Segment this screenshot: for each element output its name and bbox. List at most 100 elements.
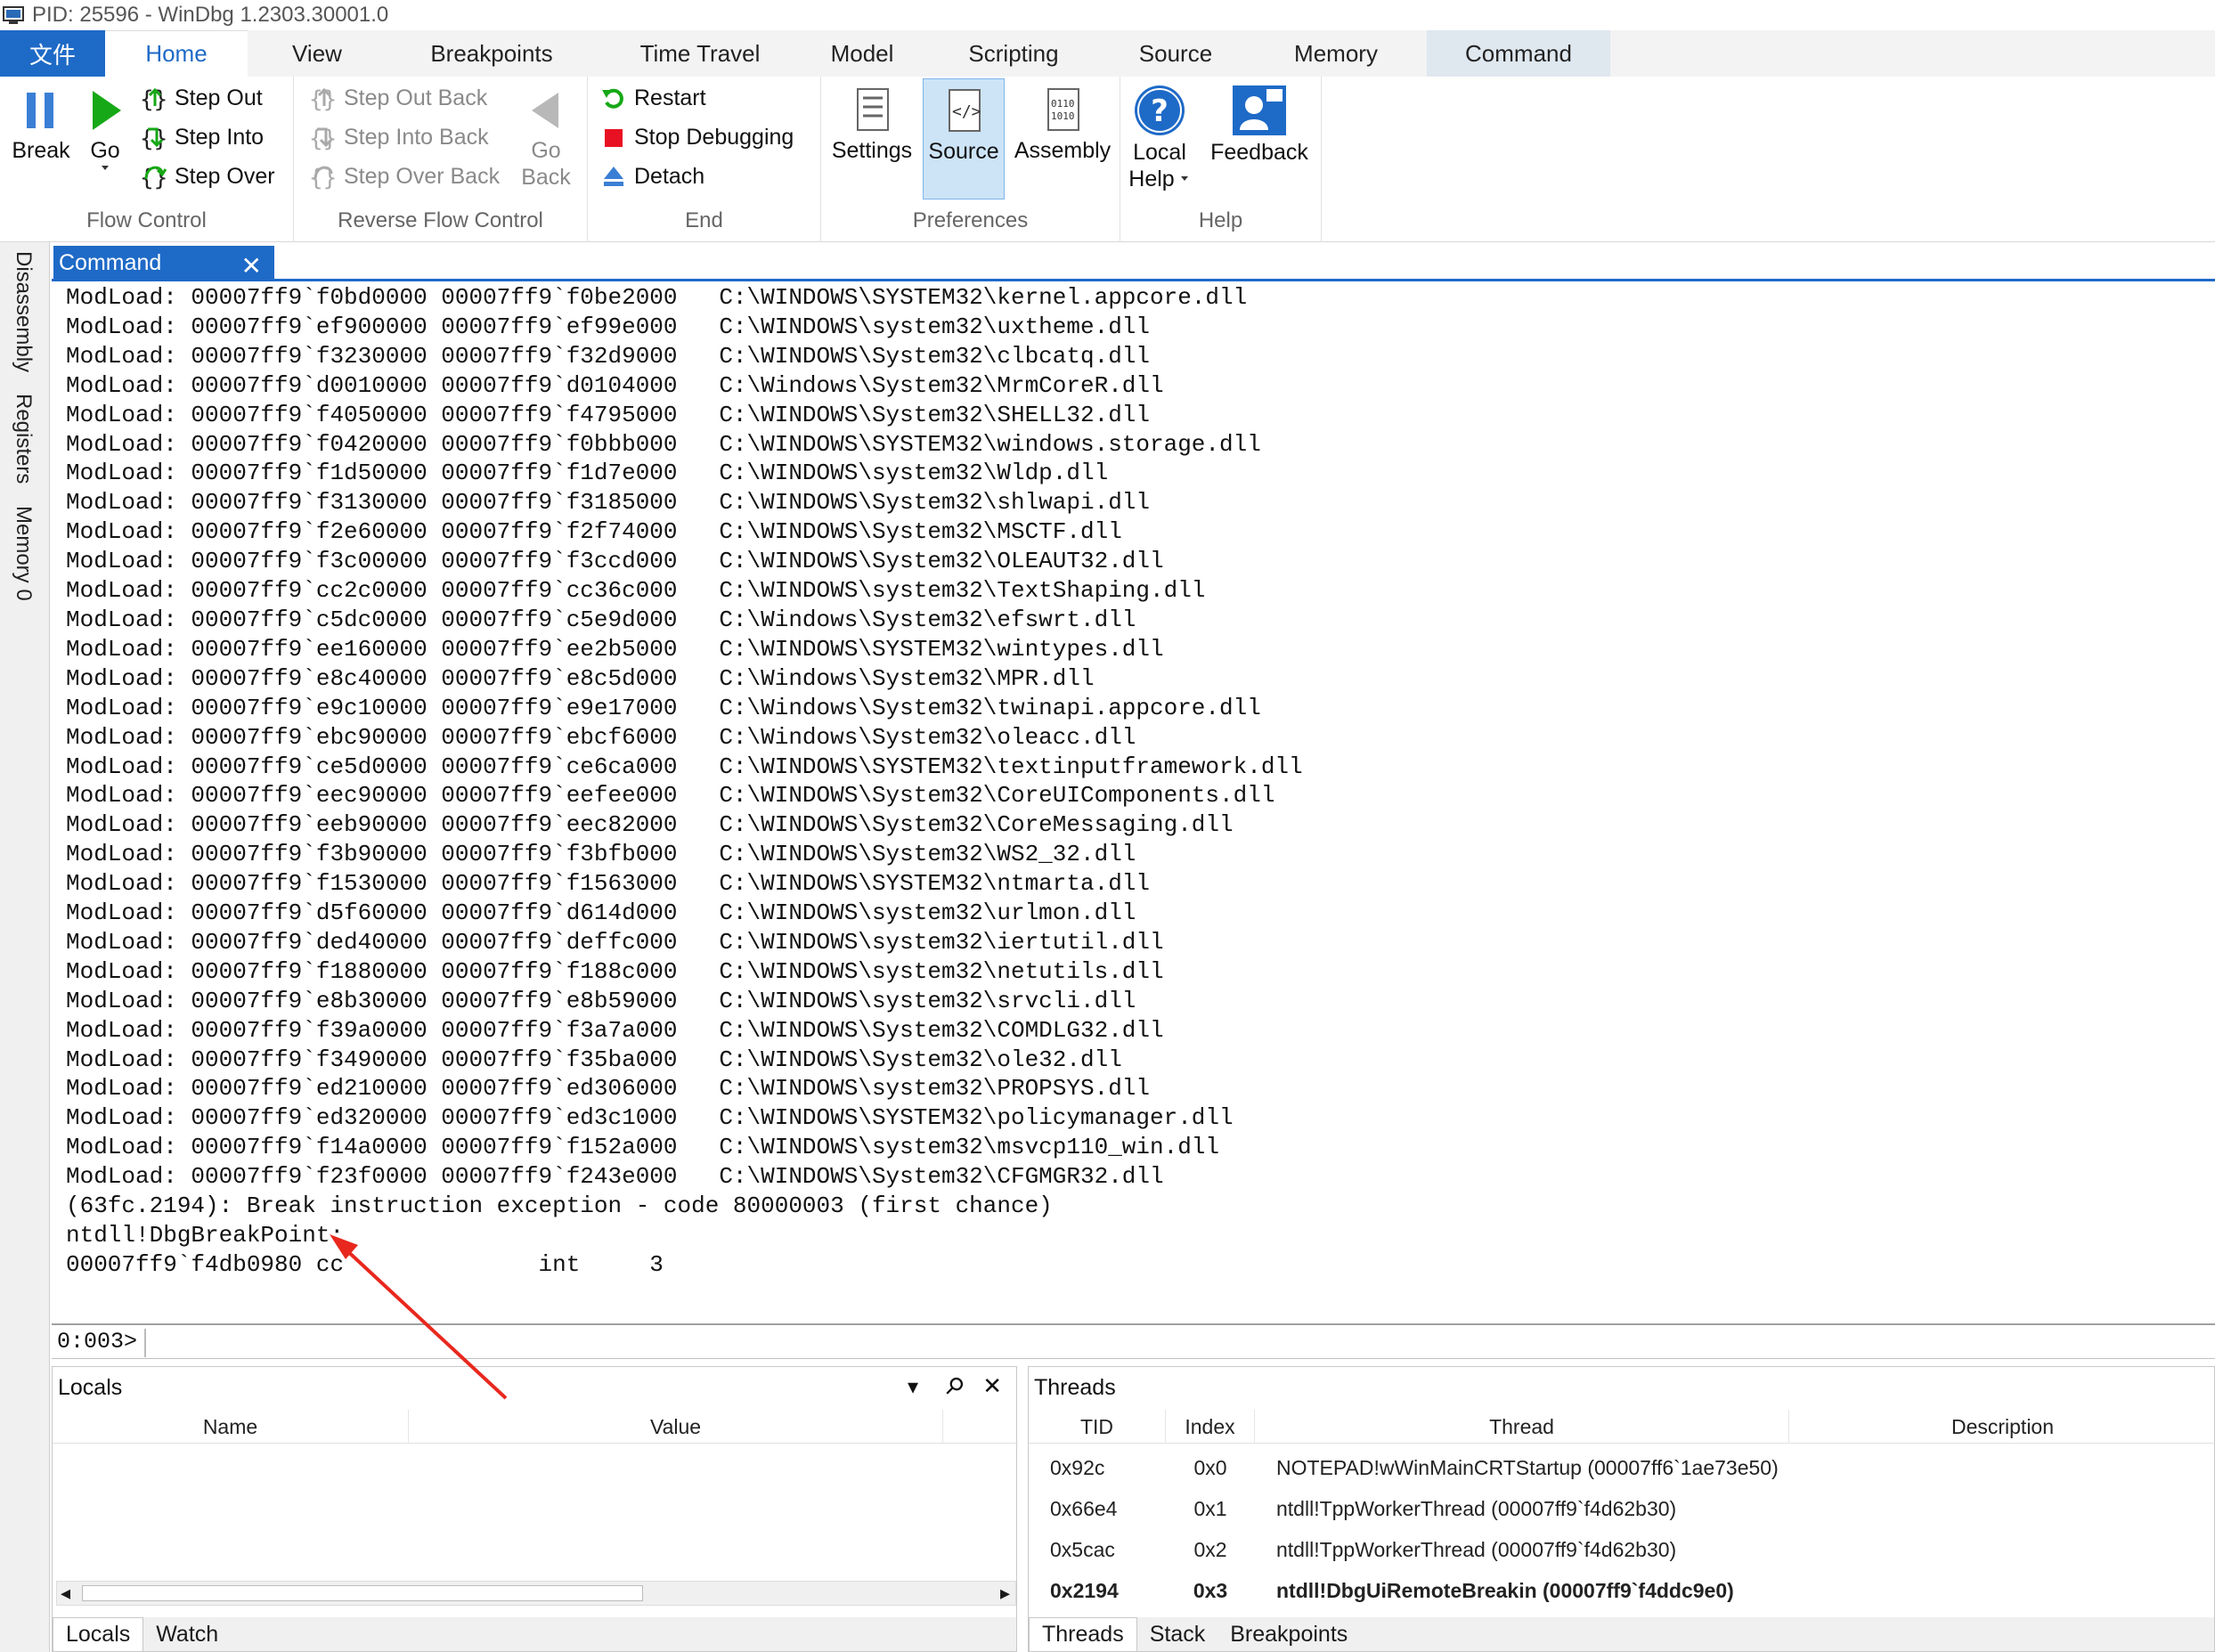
break-button[interactable]: Break	[7, 84, 75, 164]
tab-file[interactable]: 文件	[0, 30, 105, 77]
go-button[interactable]: Go	[80, 84, 130, 173]
step-into-back-button[interactable]: {} Step Into Back	[308, 119, 489, 155]
step-over-button[interactable]: {} Step Over	[139, 159, 275, 194]
assembly-button[interactable]: 0110 1010 Assembly	[1010, 84, 1115, 164]
chevron-down-icon	[102, 166, 109, 170]
group-end: Restart Stop Debugging Detach End	[588, 77, 821, 242]
settings-icon	[857, 88, 889, 131]
locals-col-value[interactable]: Value	[409, 1410, 943, 1444]
output-line: ModLoad: 00007ff9`ded40000 00007ff9`deff…	[66, 928, 1164, 956]
sidebar-tab-registers[interactable]: Registers	[11, 394, 36, 484]
restart-button[interactable]: Restart	[599, 80, 706, 116]
command-input[interactable]	[151, 1327, 2200, 1357]
step-out-back-label: Step Out Back	[344, 85, 488, 110]
output-line: (63fc.2194): Break instruction exception…	[66, 1192, 1053, 1220]
output-line: ModLoad: 00007ff9`cc2c0000 00007ff9`cc36…	[66, 577, 1206, 605]
threads-col-index[interactable]: Index	[1166, 1410, 1255, 1444]
sidebar-tab-disassembly[interactable]: Disassembly	[11, 251, 36, 372]
locals-bottom-tabs: Locals Watch	[53, 1617, 1016, 1651]
thread-row[interactable]: 0x5cac 0x2 ntdll!TppWorkerThread (00007ff9…	[1029, 1529, 2215, 1570]
command-tab-label: Command	[59, 249, 162, 275]
tab-memory[interactable]: Memory	[1245, 30, 1427, 77]
stop-debugging-button[interactable]: Stop Debugging	[599, 119, 794, 155]
locals-col-name[interactable]: Name	[53, 1410, 409, 1444]
step-into-back-label: Step Into Back	[344, 124, 489, 150]
horizontal-scrollbar[interactable]: ◂ ▸	[56, 1581, 1016, 1606]
locals-panel: Locals ▾ ⚲ ✕ Name Value ◂ ▸ Locals Watch	[52, 1366, 1018, 1652]
scroll-left-icon[interactable]: ◂	[61, 1582, 70, 1605]
step-out-back-button[interactable]: {} Step Out Back	[308, 80, 487, 116]
source-label: Source	[928, 139, 999, 164]
output-line: ModLoad: 00007ff9`f1530000 00007ff9`f156…	[66, 870, 1150, 898]
output-line: ModLoad: 00007ff9`ef900000 00007ff9`ef99…	[66, 313, 1150, 340]
tab-view[interactable]: View	[248, 30, 387, 77]
output-line: ModLoad: 00007ff9`f4050000 00007ff9`f479…	[66, 401, 1150, 428]
tab-stack[interactable]: Stack	[1137, 1617, 1218, 1651]
break-label: Break	[12, 138, 70, 163]
local-help-button[interactable]: ? Local Help	[1128, 82, 1190, 192]
close-icon[interactable]: ✕	[982, 1372, 1002, 1400]
tab-source[interactable]: Source	[1106, 30, 1245, 77]
output-line: ModLoad: 00007ff9`eec90000 00007ff9`eefe…	[66, 782, 1275, 810]
output-line: ModLoad: 00007ff9`f2e60000 00007ff9`f2f7…	[66, 518, 1122, 546]
output-line: ModLoad: 00007ff9`e8c40000 00007ff9`e8c5…	[66, 664, 1095, 692]
thread-row[interactable]: 0x2194 0x3 ntdll!DbgUiRemoteBreakin (00007…	[1029, 1570, 2215, 1611]
assembly-icon: 0110 1010	[1047, 88, 1079, 131]
threads-col-thread[interactable]: Thread	[1255, 1410, 1789, 1444]
step-over-back-button[interactable]: {} Step Over Back	[308, 159, 500, 194]
tab-time-travel[interactable]: Time Travel	[597, 30, 803, 77]
thread-index: 0x0	[1193, 1455, 1227, 1479]
output-line: ModLoad: 00007ff9`ee160000 00007ff9`ee2b…	[66, 635, 1164, 663]
output-line: ModLoad: 00007ff9`f14a0000 00007ff9`f152…	[66, 1134, 1220, 1161]
thread-name: ntdll!TppWorkerThread (00007ff9`f4d62b30…	[1276, 1537, 1677, 1561]
detach-button[interactable]: Detach	[599, 159, 704, 194]
thread-row[interactable]: 0x66e4 0x1 ntdll!TppWorkerThread (00007ff9…	[1029, 1488, 2215, 1529]
command-tab[interactable]: Command ✕	[53, 246, 274, 280]
step-out-label: Step Out	[175, 85, 263, 110]
tab-threads[interactable]: Threads	[1029, 1617, 1137, 1651]
group-label-preferences: Preferences	[912, 208, 1029, 232]
group-flow-control: Break Go {} Step Out {} Step Into {} Ste…	[0, 77, 294, 242]
output-line: ModLoad: 00007ff9`f3b90000 00007ff9`f3bf…	[66, 841, 1136, 868]
tab-locals[interactable]: Locals	[53, 1617, 144, 1651]
dropdown-icon[interactable]: ▾	[908, 1374, 918, 1400]
tab-home[interactable]: Home	[105, 30, 248, 77]
tab-command[interactable]: Command	[1427, 30, 1610, 77]
source-button[interactable]: </> Source	[923, 78, 1005, 199]
step-out-back-icon: {}	[308, 83, 338, 113]
feedback-button[interactable]: Feedback	[1206, 82, 1313, 166]
output-line: ModLoad: 00007ff9`f3c00000 00007ff9`f3cc…	[66, 548, 1164, 575]
tab-breakpoints[interactable]: Breakpoints	[387, 30, 597, 77]
tab-scripting[interactable]: Scripting	[921, 30, 1106, 77]
output-line: ModLoad: 00007ff9`ce5d0000 00007ff9`ce6c…	[66, 753, 1303, 780]
threads-col-description[interactable]: Description	[1789, 1410, 2215, 1444]
pause-icon	[27, 93, 53, 128]
group-label-reverse-flow-control: Reverse Flow Control	[338, 208, 543, 232]
thread-row[interactable]: 0x92c 0x0 NOTEPAD!wWinMainCRTStartup (0000…	[1029, 1447, 2215, 1488]
close-icon[interactable]: ✕	[241, 251, 262, 281]
go-back-icon	[532, 93, 558, 128]
output-line: ModLoad: 00007ff9`f23f0000 00007ff9`f243…	[66, 1163, 1164, 1191]
step-into-button[interactable]: {} Step Into	[139, 119, 264, 155]
output-line: 00007ff9`f4db0980 cc int 3	[66, 1250, 664, 1278]
sidebar-tab-memory[interactable]: Memory 0	[11, 506, 36, 601]
go-back-button[interactable]: Go Back	[515, 84, 577, 191]
group-help: ? Local Help Feedback Help	[1120, 77, 1322, 242]
tab-model[interactable]: Model	[803, 30, 921, 77]
step-into-icon: {}	[139, 122, 169, 152]
threads-column-header: TID Index Thread Description	[1029, 1410, 2215, 1444]
tab-watch[interactable]: Watch	[143, 1617, 231, 1651]
threads-col-tid[interactable]: TID	[1029, 1410, 1166, 1444]
pin-icon[interactable]: ⚲	[939, 1371, 970, 1402]
tab-breakpoints-panel[interactable]: Breakpoints	[1217, 1617, 1360, 1651]
windbg-app-icon	[2, 4, 29, 26]
settings-button[interactable]: Settings	[828, 84, 916, 164]
scrollbar-thumb[interactable]	[82, 1585, 643, 1601]
step-out-button[interactable]: {} Step Out	[139, 80, 263, 116]
thread-tid: 0x92c	[1050, 1455, 1105, 1479]
go-back-label-1: Go	[531, 138, 561, 163]
output-line: ModLoad: 00007ff9`ed210000 00007ff9`ed30…	[66, 1075, 1150, 1103]
output-line: ModLoad: 00007ff9`eeb90000 00007ff9`eec8…	[66, 811, 1234, 839]
scroll-right-icon[interactable]: ▸	[1000, 1582, 1010, 1605]
assembly-icon-bits-1: 0110	[1051, 98, 1075, 110]
